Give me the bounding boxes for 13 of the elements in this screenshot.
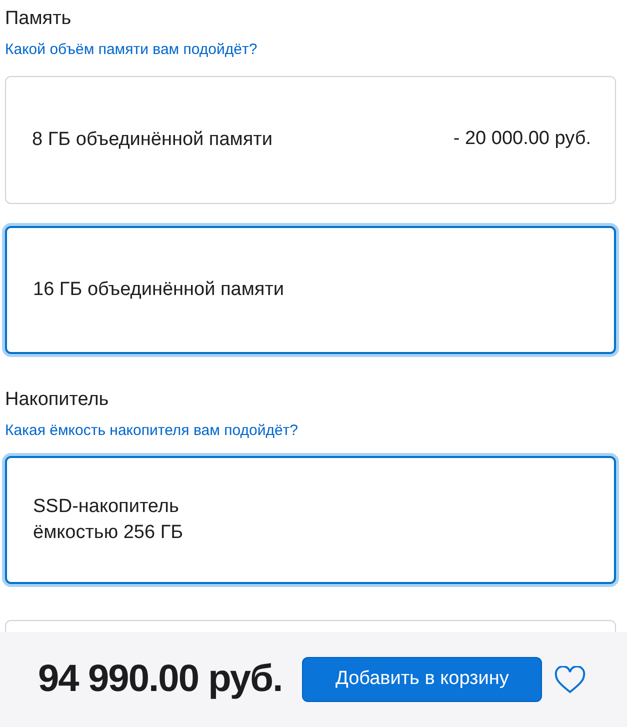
option-card[interactable]: 8 ГБ объединённой памяти - 20 000.00 руб. bbox=[5, 76, 616, 204]
help-link[interactable]: Какой объём памяти вам подойдёт? bbox=[5, 39, 258, 62]
help-link[interactable]: Какая ёмкость накопителя вам подойдёт? bbox=[5, 420, 298, 442]
option-label: 8 ГБ объединённой памяти bbox=[32, 128, 272, 152]
heart-icon[interactable] bbox=[554, 666, 586, 694]
total-price: 94 990.00 руб. bbox=[38, 657, 282, 702]
option-label: SSD-накопитель ёмкостью 256 ГБ bbox=[33, 495, 184, 545]
add-to-cart-button[interactable]: Добавить в корзину bbox=[302, 657, 542, 702]
section-title: Накопитель bbox=[5, 388, 110, 412]
section-title: Память bbox=[5, 7, 72, 31]
option-card[interactable]: SSD-накопитель ёмкостью 256 ГБ bbox=[5, 456, 616, 584]
option-label: 16 ГБ объединённой памяти bbox=[33, 278, 284, 302]
option-price: - 20 000.00 руб. bbox=[453, 127, 591, 152]
